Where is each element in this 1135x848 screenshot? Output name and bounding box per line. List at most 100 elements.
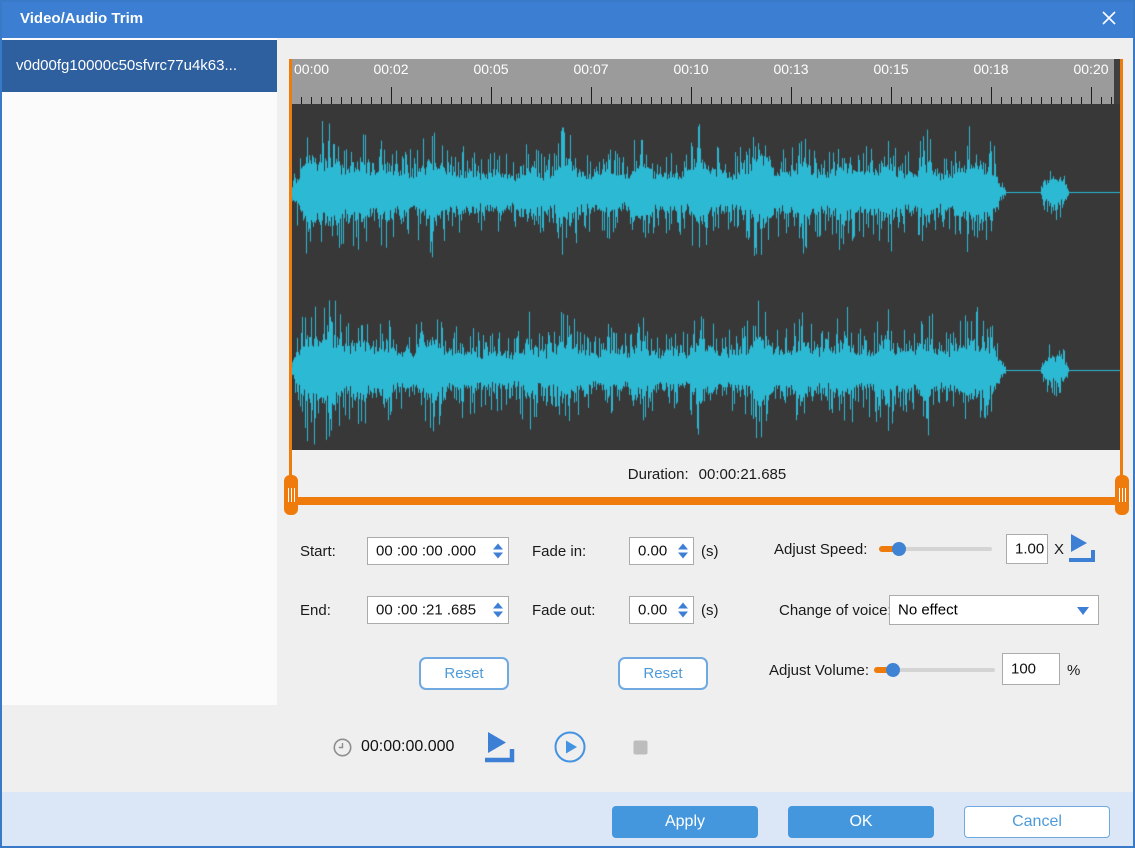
- trim-end-handle[interactable]: [1115, 475, 1129, 515]
- fade-in-spinner-down-icon[interactable]: [678, 553, 688, 559]
- ruler-label: 00:07: [573, 61, 608, 77]
- ruler-tick: [591, 87, 592, 104]
- speed-slider[interactable]: [879, 542, 992, 556]
- speed-unit: X: [1054, 541, 1064, 558]
- stop-button-icon[interactable]: [633, 740, 648, 760]
- speed-value-input[interactable]: 1.00: [1006, 534, 1048, 564]
- footer-bar: Apply OK Cancel: [0, 792, 1135, 847]
- close-icon[interactable]: [1097, 8, 1121, 32]
- waveform-canvas[interactable]: [291, 104, 1123, 450]
- ruler-tick: [1061, 97, 1062, 104]
- apply-button[interactable]: Apply: [612, 806, 758, 838]
- ruler-tick: [741, 97, 742, 104]
- trim-range-bar[interactable]: [294, 497, 1124, 505]
- ruler-tick: [1081, 97, 1082, 104]
- voice-effect-dropdown[interactable]: No effect: [889, 595, 1099, 625]
- volume-unit: %: [1067, 662, 1080, 679]
- ruler-tick: [401, 97, 402, 104]
- ruler-tick: [581, 97, 582, 104]
- ruler-tick: [931, 97, 932, 104]
- fade-in-value: 0.00: [638, 543, 667, 560]
- ruler-tick: [331, 97, 332, 104]
- ruler-tick: [891, 87, 892, 104]
- fade-in-unit: (s): [701, 543, 719, 560]
- end-spinner-down-icon[interactable]: [493, 612, 503, 618]
- ruler-tick: [501, 97, 502, 104]
- ruler-tick: [711, 97, 712, 104]
- ruler-tick: [631, 97, 632, 104]
- ruler-tick: [691, 87, 692, 104]
- end-time-input[interactable]: 00 :00 :21 .685: [367, 596, 509, 624]
- start-time-input[interactable]: 00 :00 :00 .000: [367, 537, 509, 565]
- adjust-speed-label: Adjust Speed:: [774, 541, 867, 558]
- fade-in-spinner-up-icon[interactable]: [678, 544, 688, 550]
- ruler-tick: [1051, 97, 1052, 104]
- ruler-tick: [531, 97, 532, 104]
- ruler-tick: [1111, 97, 1112, 104]
- start-spinner-up-icon[interactable]: [493, 544, 503, 550]
- ruler-tick: [541, 97, 542, 104]
- ruler-tick: [701, 97, 702, 104]
- trim-start-handle[interactable]: [284, 475, 298, 515]
- ruler-tick: [421, 97, 422, 104]
- ruler-tick: [361, 97, 362, 104]
- duration-label: Duration:: [628, 466, 689, 483]
- ruler-tick: [351, 97, 352, 104]
- ruler-tick: [461, 97, 462, 104]
- fade-out-spinner-down-icon[interactable]: [678, 612, 688, 618]
- volume-slider[interactable]: [874, 663, 995, 677]
- ruler-tick: [1001, 97, 1002, 104]
- volume-slider-thumb[interactable]: [886, 663, 900, 677]
- volume-value-input[interactable]: 100: [1002, 653, 1060, 685]
- speed-slider-thumb[interactable]: [892, 542, 906, 556]
- ruler-tick: [781, 97, 782, 104]
- ruler-tick: [851, 97, 852, 104]
- ruler-tick: [811, 97, 812, 104]
- sidebar-item-file[interactable]: v0d00fg10000c50sfvrc77u4k63...: [0, 40, 277, 92]
- ruler-tick: [621, 97, 622, 104]
- ruler-tick: [371, 97, 372, 104]
- reset-fade-button[interactable]: Reset: [618, 657, 708, 690]
- reset-trim-button[interactable]: Reset: [419, 657, 509, 690]
- ruler-tick: [601, 97, 602, 104]
- volume-value: 100: [1011, 661, 1036, 678]
- dropdown-arrow-icon: [1077, 607, 1089, 615]
- file-list-sidebar: v0d00fg10000c50sfvrc77u4k63...: [0, 38, 277, 705]
- ok-button[interactable]: OK: [788, 806, 934, 838]
- fade-out-input[interactable]: 0.00: [629, 596, 694, 624]
- trim-start-line[interactable]: [289, 59, 292, 500]
- play-button-icon[interactable]: [554, 731, 586, 768]
- ruler-tick: [521, 97, 522, 104]
- speed-preview-play-icon[interactable]: [1065, 532, 1099, 569]
- title-bar: Video/Audio Trim: [0, 0, 1135, 38]
- ruler-tick: [821, 97, 822, 104]
- cancel-button[interactable]: Cancel: [964, 806, 1110, 838]
- play-from-cursor-icon[interactable]: [480, 728, 518, 771]
- ruler-label: 00:13: [773, 61, 808, 77]
- ruler-label: 00:02: [373, 61, 408, 77]
- trim-end-line[interactable]: [1120, 59, 1123, 500]
- ruler-tick: [321, 97, 322, 104]
- ruler-tick: [871, 97, 872, 104]
- timeline-ruler[interactable]: 00:0000:0200:0500:0700:1000:1300:1500:18…: [291, 59, 1123, 104]
- fade-in-label: Fade in:: [532, 543, 586, 560]
- start-time-value: 00 :00 :00 .000: [376, 543, 476, 560]
- change-voice-label: Change of voice:: [779, 602, 892, 619]
- fade-in-input[interactable]: 0.00: [629, 537, 694, 565]
- ruler-tick: [641, 97, 642, 104]
- ruler-tick: [301, 97, 302, 104]
- start-spinner-down-icon[interactable]: [493, 553, 503, 559]
- ruler-tick: [481, 97, 482, 104]
- fade-out-spinner-up-icon[interactable]: [678, 603, 688, 609]
- ruler-tick: [841, 97, 842, 104]
- ruler-tick: [681, 97, 682, 104]
- ruler-tick: [971, 97, 972, 104]
- end-time-value: 00 :00 :21 .685: [376, 602, 476, 619]
- ruler-tick: [731, 97, 732, 104]
- ruler-tick: [831, 97, 832, 104]
- ruler-tick: [651, 97, 652, 104]
- video-audio-trim-dialog: Video/Audio Trim v0d00fg10000c50sfvrc77u…: [0, 0, 1135, 848]
- ruler-tick: [1041, 97, 1042, 104]
- ruler-tick: [801, 97, 802, 104]
- end-spinner-up-icon[interactable]: [493, 603, 503, 609]
